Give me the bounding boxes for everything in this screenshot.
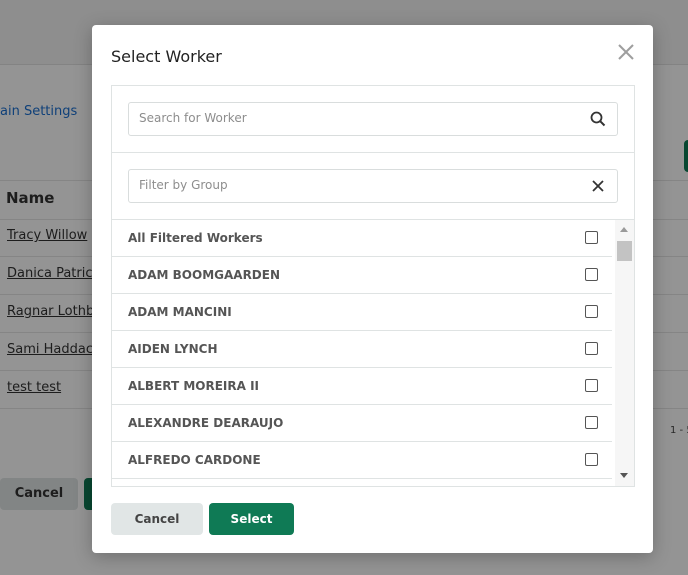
list-item-all-filtered-workers[interactable]: All Filtered Workers <box>112 220 612 257</box>
scroll-up-arrow-icon[interactable] <box>620 227 628 232</box>
checkbox[interactable] <box>585 342 598 355</box>
checkbox[interactable] <box>585 453 598 466</box>
filter-field <box>128 169 618 203</box>
search-input[interactable] <box>129 103 579 133</box>
checkbox[interactable] <box>585 305 598 318</box>
checkbox[interactable] <box>585 379 598 392</box>
close-icon[interactable] <box>616 42 636 62</box>
select-worker-dialog: Select Worker Search for Worker Filter b… <box>92 25 653 553</box>
list-item[interactable]: ALBERT MOREIRA II <box>112 368 612 405</box>
list-item[interactable]: ALEXANDRE DEARAUJO <box>112 405 612 442</box>
list-item-label: ALBERT MOREIRA II <box>128 379 260 393</box>
list-item[interactable]: ALFREDO CARDONE <box>112 442 612 479</box>
scroll-down-arrow-icon[interactable] <box>620 473 628 478</box>
list-item[interactable]: ADAM MANCINI <box>112 294 612 331</box>
filter-section <box>112 153 634 220</box>
list-item-label: ALFREDO CARDONE <box>128 453 261 467</box>
list-scrollbar[interactable] <box>615 220 634 486</box>
list-item-label: ADAM MANCINI <box>128 305 232 319</box>
dialog-title: Select Worker <box>111 47 222 66</box>
search-field <box>128 102 618 136</box>
checkbox[interactable] <box>585 416 598 429</box>
filter-group-input[interactable] <box>129 170 579 200</box>
checkbox[interactable] <box>585 268 598 281</box>
checkbox[interactable] <box>585 231 598 244</box>
worker-selection-panel: All Filtered Workers ADAM BOOMGAARDEN AD… <box>111 85 635 487</box>
cancel-button[interactable]: Cancel <box>111 503 203 535</box>
list-item-label: ADAM BOOMGAARDEN <box>128 268 281 282</box>
select-button[interactable]: Select <box>209 503 294 535</box>
search-icon[interactable] <box>589 110 607 128</box>
list-item[interactable]: AIDEN LYNCH <box>112 331 612 368</box>
worker-list: All Filtered Workers ADAM BOOMGAARDEN AD… <box>112 220 612 486</box>
search-section <box>112 86 634 153</box>
list-item-label: ALEXANDRE DEARAUJO <box>128 416 284 430</box>
clear-icon[interactable] <box>589 177 607 195</box>
list-item[interactable]: ADAM BOOMGAARDEN <box>112 257 612 294</box>
scrollbar-thumb[interactable] <box>617 241 632 261</box>
list-item-label: AIDEN LYNCH <box>128 342 218 356</box>
list-item-label: All Filtered Workers <box>128 231 263 245</box>
